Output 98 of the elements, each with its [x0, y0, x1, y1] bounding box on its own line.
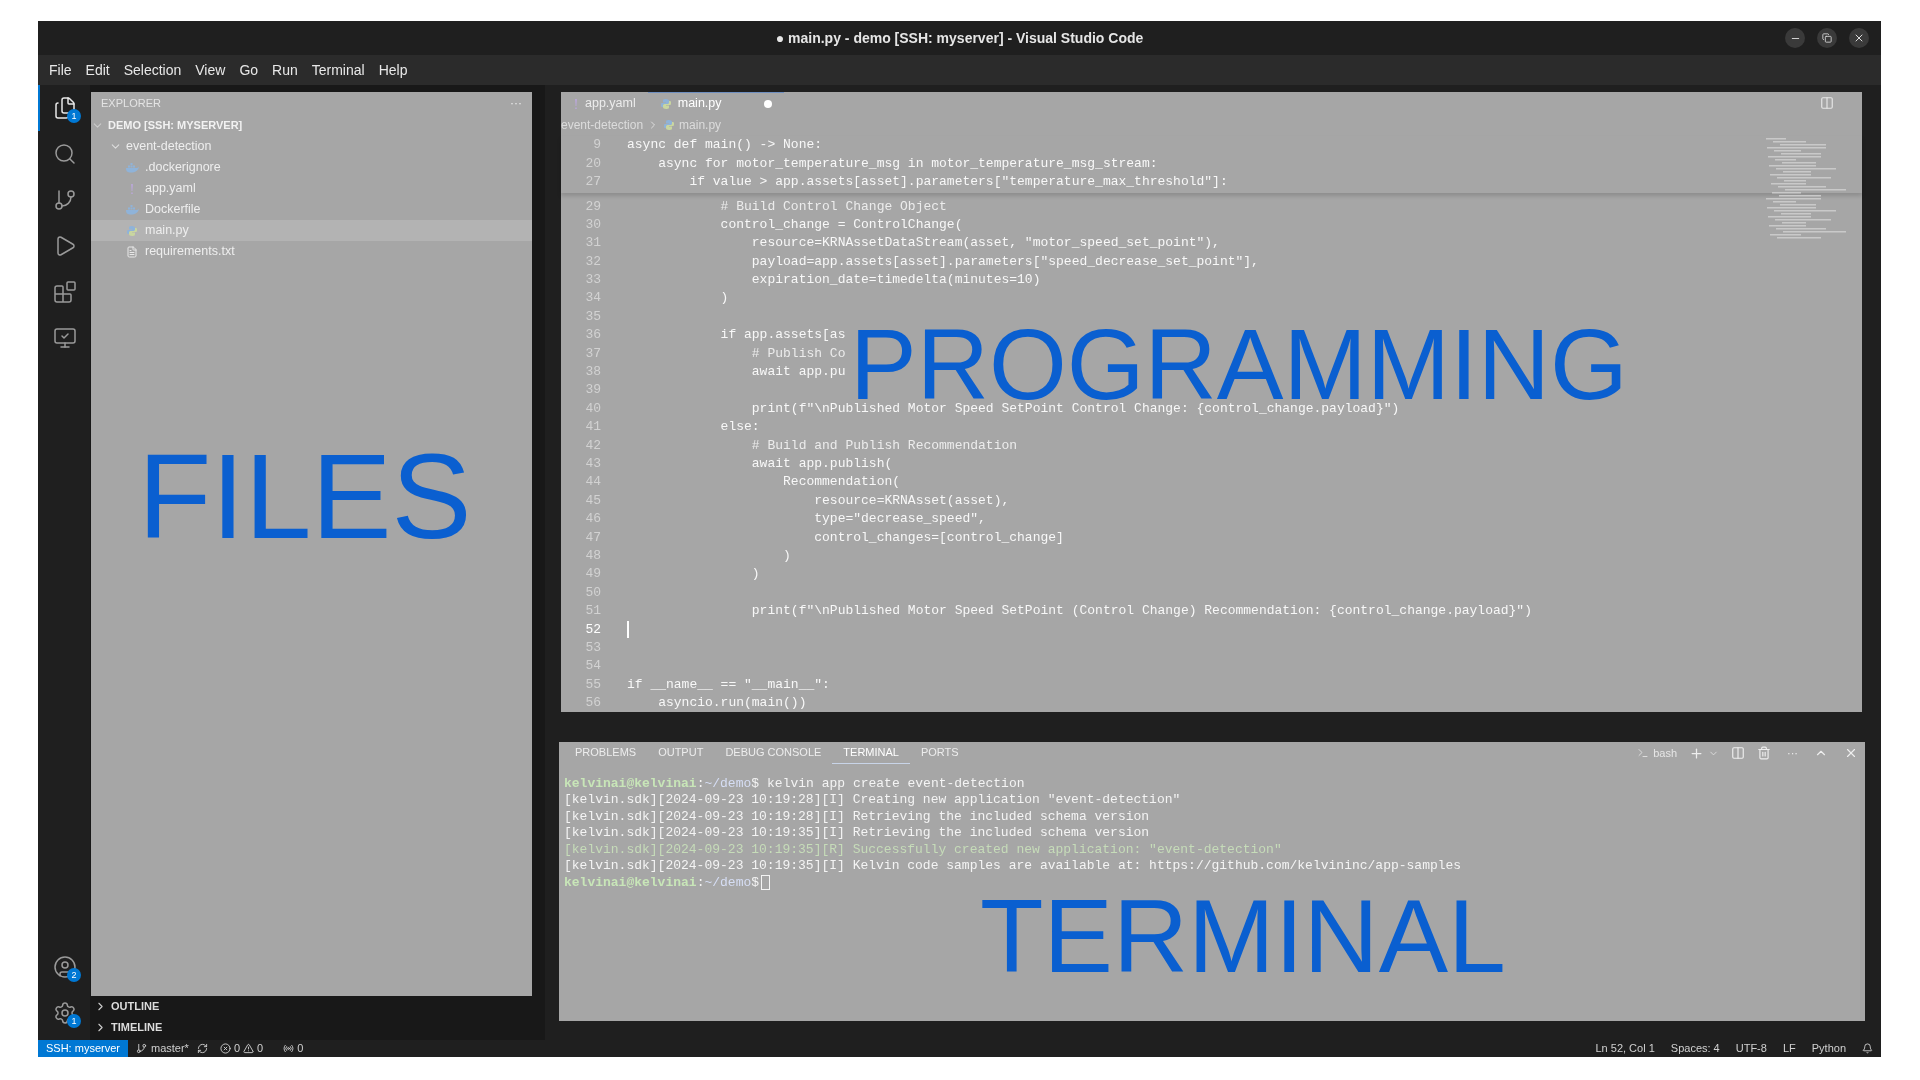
overlay-label: PROGRAMMING: [850, 326, 1628, 402]
overlay-label: FILES: [138, 451, 472, 543]
code-line: resource=KRNAssetDataStream(asset, "motor_speed_set_point"),: [750, 234, 1220, 253]
python-file-icon: [663, 118, 676, 131]
menu-item[interactable]: Run: [265, 59, 305, 81]
code-line: ): [719, 289, 729, 308]
section-header[interactable]: TIMELINE: [90, 1017, 545, 1038]
menu-item[interactable]: Terminal: [304, 59, 372, 81]
terminal-line: [kelvin.sdk][2024-09-23 10:19:35][I] Retrieving the included schema version: [564, 825, 1151, 842]
overlay-label: TERMINAL: [980, 897, 1506, 977]
code-line: if value > app.assets[asset].parameters["temperature_max_threshold"]:: [688, 173, 1228, 192]
code-line: else:: [719, 418, 760, 437]
bell-icon[interactable]: [1862, 1043, 1873, 1054]
menu-item[interactable]: Help: [371, 59, 415, 81]
whale-icon: [125, 204, 139, 215]
menu-item[interactable]: View: [188, 59, 233, 81]
count-badge: 1: [67, 109, 81, 123]
code-line: asyncio.run(main()): [657, 694, 807, 713]
terminal-line: [kelvin.sdk][2024-09-23 10:19:35][I] Kelvin code samples are available at: https://github.com/kelvininc/app-samples: [564, 857, 1463, 875]
code-line: ): [750, 565, 760, 584]
code-line: if app.assets[as: [719, 326, 846, 345]
status-item[interactable]: LF: [1774, 1040, 1804, 1057]
terminal-line: [kelvin.sdk][2024-09-23 10:19:28][I] Creating new application "event-detection": [564, 792, 1182, 809]
code-line: payload=app.assets[asset].parameters["speed_decrease_set_point"],: [750, 252, 1259, 271]
menu-item[interactable]: File: [42, 59, 79, 81]
code-line: await app.publish(: [750, 455, 893, 473]
code-comment: # Build and Publish Recommendation: [750, 436, 1018, 455]
window-title: ● main.py - demo [SSH: myserver] - Visual Studio Code: [775, 28, 1144, 48]
exclamation-icon: [129, 182, 135, 195]
shell-name: bash: [1653, 745, 1677, 761]
menu-item[interactable]: Go: [232, 59, 266, 81]
count-badge: 1: [67, 1014, 81, 1028]
warning-icon: [243, 1043, 254, 1054]
code-line: type="decrease_speed",: [813, 510, 986, 529]
monitor-icon: [53, 326, 77, 350]
blocks-icon: [53, 280, 77, 304]
status-item[interactable]: UTF-8: [1727, 1040, 1775, 1057]
terminal-line: [kelvin.sdk][2024-09-23 10:19:28][I] Retrieving the included schema version: [564, 808, 1151, 826]
menu-item[interactable]: Selection: [116, 59, 189, 81]
status-item[interactable]: Python: [1803, 1040, 1854, 1057]
code-line: control_change = ControlChange(: [719, 215, 963, 234]
prompt-path: ~/demo: [704, 873, 752, 892]
code-line: print(f"\nPublished Motor Speed SetPoint Control Change: {control_change.payload}"): [750, 400, 1400, 418]
close-icon: [1853, 32, 1865, 44]
restore-icon: [1822, 33, 1832, 43]
code-comment: # Build Control Change Object: [719, 197, 947, 216]
code-line: Recommendation(: [782, 473, 901, 492]
text-file-icon: [126, 245, 138, 258]
sync-icon[interactable]: [196, 1043, 208, 1054]
error-icon: [219, 1043, 231, 1054]
section-header[interactable]: OUTLINE: [90, 996, 545, 1017]
editor-tab[interactable]: main.py: [647, 92, 784, 114]
prompt-user: kelvinai@kelvinai: [564, 873, 697, 892]
code-line: control_changes=[control_change]: [813, 528, 1064, 547]
line-number: 52: [584, 620, 601, 639]
problems-status[interactable]: 0 0: [207, 1040, 276, 1057]
branch-status[interactable]: master*: [127, 1040, 197, 1057]
status-item[interactable]: Ln 52, Col 1: [1587, 1040, 1663, 1057]
prompt-separator: :: [696, 775, 705, 794]
count-badge: 2: [67, 968, 81, 982]
settings-tab[interactable]: 1: [38, 990, 90, 1036]
code-line: resource=KRNAsset(asset),: [813, 491, 1010, 510]
status-item[interactable]: Spaces: 4: [1662, 1040, 1728, 1057]
code-line: await app.pu: [750, 363, 846, 382]
branch-icon: [53, 188, 77, 212]
prompt-sign: $: [751, 775, 760, 794]
prompt-separator: :: [696, 873, 705, 892]
code-line: print(f"\nPublished Motor Speed SetPoint (Control Change) Recommendation: {control_change.payload}"): [750, 602, 1532, 621]
prompt-sign: $: [751, 873, 760, 892]
prompt-command: kelvin app create event-detection: [767, 775, 1025, 794]
explorer-title: EXPLORER: [101, 95, 161, 111]
code-line: if __name__ == "__main__":: [627, 675, 830, 694]
terminal-icon: [1637, 747, 1650, 759]
antenna-icon: [283, 1043, 295, 1054]
code-line: async for motor_temperature_msg in motor_temperature_msg_stream:: [657, 154, 1158, 173]
close-button[interactable]: [1849, 28, 1869, 48]
search-icon: [53, 142, 77, 166]
terminal-cursor: [761, 875, 771, 891]
account-tab[interactable]: 2: [38, 944, 90, 990]
ports-status[interactable]: 0: [275, 1040, 312, 1057]
code-line: async def main() -> None:: [627, 136, 823, 155]
branch-icon: [135, 1043, 147, 1054]
panel-tab[interactable]: TERMINAL: [832, 742, 910, 764]
python-file-icon: [659, 97, 672, 110]
whale-icon: [125, 162, 139, 173]
account-icon: [53, 955, 77, 979]
settings-icon: [53, 1001, 77, 1025]
prompt-user: kelvinai@kelvinai: [564, 775, 697, 794]
menu-item[interactable]: Edit: [78, 59, 117, 81]
prompt-path: ~/demo: [704, 775, 752, 794]
code-line: expiration_date=timedelta(minutes=10): [750, 271, 1041, 290]
remote-indicator[interactable]: SSH: myserver: [38, 1040, 128, 1057]
python-file-icon: [126, 224, 138, 237]
files-icon: [53, 96, 77, 120]
restore-button[interactable]: [1817, 28, 1837, 48]
code-comment: # Publish Co: [750, 344, 846, 363]
code-line: ): [782, 546, 791, 565]
exclamation-icon: [573, 97, 579, 110]
